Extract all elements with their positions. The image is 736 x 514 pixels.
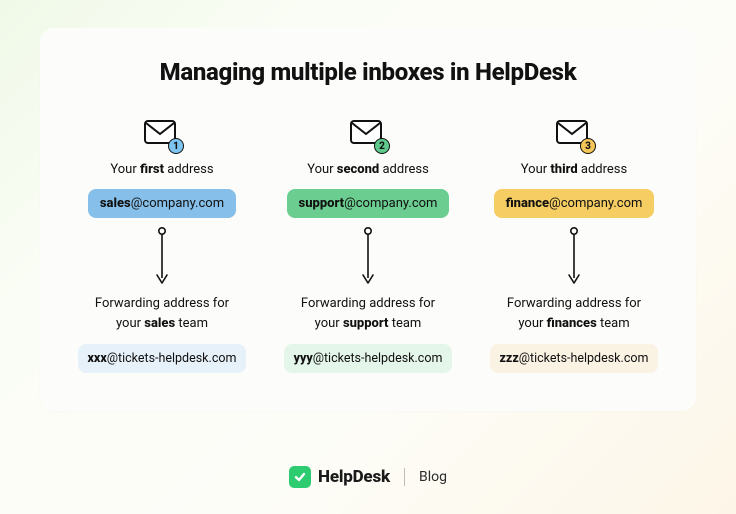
badge-number: 1 bbox=[168, 138, 184, 154]
source-email-chip: support@company.com bbox=[287, 189, 450, 218]
brand-name: HelpDesk bbox=[318, 467, 390, 487]
address-ordinal-label: Your second address bbox=[307, 162, 429, 177]
arrow-down-icon bbox=[155, 226, 169, 288]
brand-logo: HelpDesk bbox=[289, 466, 390, 488]
diagram-title: Managing multiple inboxes in HelpDesk bbox=[68, 58, 668, 86]
source-email-chip: sales@company.com bbox=[88, 189, 236, 218]
envelope-icon: 2 bbox=[350, 120, 386, 150]
checkmark-icon bbox=[289, 466, 311, 488]
source-email-chip: finance@company.com bbox=[494, 189, 655, 218]
diagram-card: Managing multiple inboxes in HelpDesk 1 … bbox=[40, 28, 696, 411]
envelope-icon: 1 bbox=[144, 120, 180, 150]
address-ordinal-label: Your first address bbox=[110, 162, 213, 177]
footer: HelpDesk Blog bbox=[0, 466, 736, 488]
arrow-down-icon bbox=[361, 226, 375, 288]
columns-row: 1 Your first address sales@company.com F… bbox=[68, 120, 668, 373]
inbox-column-3: 3 Your third address finance@company.com… bbox=[480, 120, 668, 373]
forwarding-email-chip: xxx@tickets-helpdesk.com bbox=[78, 344, 247, 373]
forwarding-label: Forwarding address for your support team bbox=[301, 294, 435, 334]
address-ordinal-label: Your third address bbox=[521, 162, 627, 177]
forwarding-label: Forwarding address for your sales team bbox=[95, 294, 229, 334]
inbox-column-1: 1 Your first address sales@company.com F… bbox=[68, 120, 256, 373]
divider bbox=[404, 468, 405, 486]
arrow-down-icon bbox=[567, 226, 581, 288]
forwarding-email-chip: yyy@tickets-helpdesk.com bbox=[284, 344, 453, 373]
inbox-column-2: 2 Your second address support@company.co… bbox=[274, 120, 462, 373]
footer-section-label: Blog bbox=[419, 469, 447, 485]
forwarding-email-chip: zzz@tickets-helpdesk.com bbox=[490, 344, 659, 373]
badge-number: 2 bbox=[374, 138, 390, 154]
badge-number: 3 bbox=[580, 138, 596, 154]
envelope-icon: 3 bbox=[556, 120, 592, 150]
forwarding-label: Forwarding address for your finances tea… bbox=[507, 294, 641, 334]
